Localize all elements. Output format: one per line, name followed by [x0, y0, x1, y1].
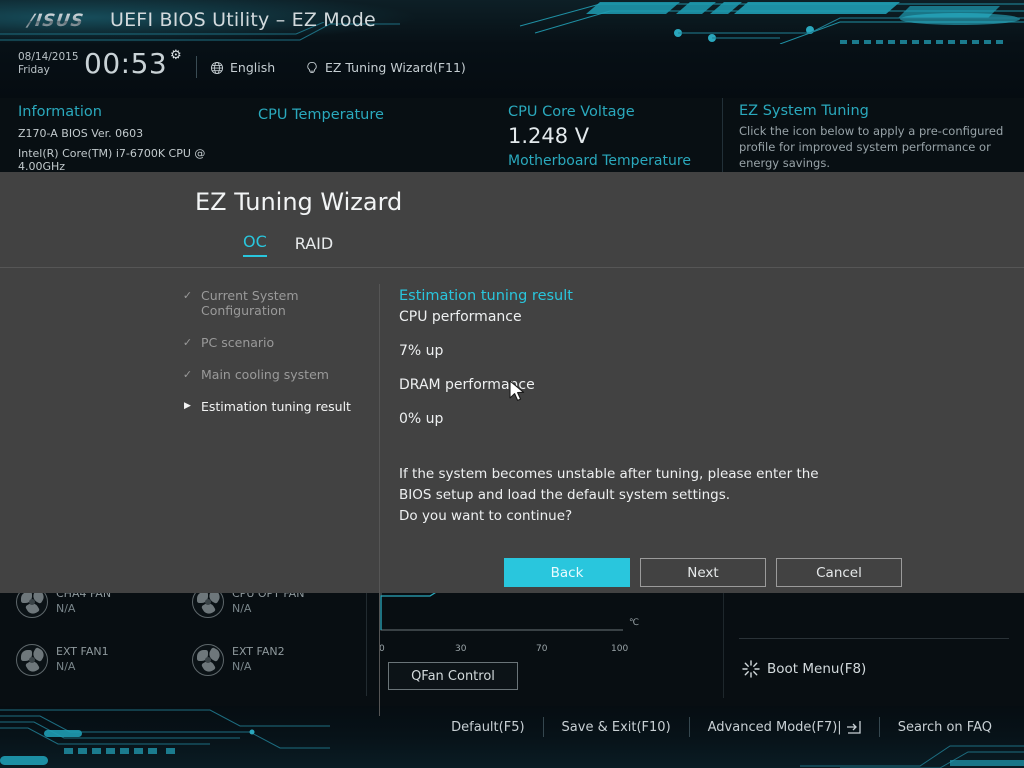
tab-raid[interactable]: RAID	[295, 234, 333, 257]
cancel-button[interactable]: Cancel	[776, 558, 902, 587]
fan-item-ext-fan2[interactable]: EXT FAN2 N/A	[192, 644, 285, 676]
panel-cpu-core-voltage: CPU Core Voltage 1.248 V Motherboard Tem…	[508, 104, 708, 169]
content-heading: Estimation tuning result	[399, 288, 573, 304]
dialog-content: Estimation tuning result CPU performance…	[399, 288, 959, 444]
fan-grid: CHA4 FAN N/A CPU OPT FAN N/A EXT FAN1 N/…	[0, 582, 370, 692]
motherboard-temperature-title: Motherboard Temperature	[508, 153, 691, 169]
boot-burst-icon	[742, 660, 760, 678]
check-icon: ✓	[182, 289, 193, 302]
warning-line-2: BIOS setup and load the default system s…	[399, 487, 731, 503]
dram-performance-value: 0% up	[399, 411, 444, 427]
meta-row: 08/14/2015 Friday 00:53 ⚙ English EZ Tun…	[0, 44, 1024, 98]
boot-menu-label: Boot Menu(F8)	[767, 661, 867, 677]
warning-line-3: Do you want to continue?	[399, 508, 573, 524]
cpu-temperature-title: CPU Temperature	[258, 107, 384, 123]
fan-value: N/A	[56, 660, 76, 673]
info-panels: Information Z170-A BIOS Ver. 0603 Intel(…	[0, 98, 1024, 178]
next-button[interactable]: Next	[640, 558, 766, 587]
fan-value: N/A	[56, 602, 76, 615]
dialog-column-divider	[379, 284, 380, 716]
enter-arrow-icon	[846, 721, 861, 734]
weekday-value: Friday	[18, 64, 50, 76]
language-selector[interactable]: English	[210, 60, 275, 75]
language-label: English	[230, 60, 276, 75]
fan-label: EXT FAN1	[56, 645, 109, 658]
wizard-label: EZ Tuning Wizard(F11)	[325, 60, 466, 75]
advanced-mode-label: Advanced Mode(F7)|	[707, 719, 842, 735]
panel-cpu-temperature: CPU Temperature	[258, 107, 488, 123]
dram-performance-label: DRAM performance	[399, 377, 535, 393]
bottom-toolbar: Default(F5) Save & Exit(F10) Advanced Mo…	[0, 706, 1024, 768]
bios-screen: /ISUS UEFI BIOS Utility – EZ Mode 08/14/…	[0, 0, 1024, 768]
step-pc-scenario[interactable]: ✓ PC scenario	[182, 335, 378, 350]
tab-oc[interactable]: OC	[243, 232, 267, 257]
dialog-header-rule	[0, 267, 1024, 268]
step-label: Current System Configuration	[201, 288, 299, 318]
warning-message: If the system becomes unstable after tun…	[399, 464, 959, 527]
boot-menu-button[interactable]: Boot Menu(F8)	[742, 660, 866, 678]
step-label: PC scenario	[201, 335, 275, 350]
clock-value: 00:53	[84, 47, 168, 80]
qfan-tick-30: 30	[455, 644, 467, 654]
fan-icon	[192, 644, 224, 676]
step-estimation-tuning-result[interactable]: ▶ Estimation tuning result	[182, 399, 378, 414]
check-icon: ✓	[182, 368, 193, 381]
advanced-mode-f7-button[interactable]: Advanced Mode(F7)|	[690, 720, 879, 735]
fan-value: N/A	[232, 660, 252, 673]
fan-item-ext-fan1[interactable]: EXT FAN1 N/A	[16, 644, 109, 676]
qfan-control-button[interactable]: QFan Control	[388, 662, 518, 690]
fan-value: N/A	[232, 602, 252, 615]
ez-tuning-wizard-dialog: EZ Tuning Wizard OC RAID ✓ Current Syste…	[0, 172, 1024, 716]
panel-ez-system-tuning: EZ System Tuning Click the icon below to…	[739, 103, 1014, 171]
warning-line-1: If the system becomes unstable after tun…	[399, 466, 819, 482]
default-f5-button[interactable]: Default(F5)	[433, 720, 542, 735]
cpu-core-voltage-value: 1.248 V	[508, 124, 590, 148]
dialog-buttons: Back Next Cancel	[504, 558, 902, 587]
step-current-system-configuration[interactable]: ✓ Current System Configuration	[182, 288, 378, 318]
page-title: UEFI BIOS Utility – EZ Mode	[110, 9, 376, 31]
qfan-tick-100: 100	[611, 644, 629, 654]
play-triangle-icon: ▶	[184, 401, 191, 411]
cpu-core-voltage-title: CPU Core Voltage	[508, 104, 635, 120]
ez-tuning-wizard-button[interactable]: EZ Tuning Wizard(F11)	[305, 60, 466, 75]
cpu-performance-value: 7% up	[399, 343, 444, 359]
panel-divider	[722, 98, 723, 178]
boot-panel-rule	[739, 638, 1009, 639]
information-title: Information	[18, 104, 102, 120]
fan-icon	[16, 644, 48, 676]
fan-label: EXT FAN2	[232, 645, 285, 658]
step-main-cooling-system[interactable]: ✓ Main cooling system	[182, 367, 378, 382]
panel-information: Information Z170-A BIOS Ver. 0603 Intel(…	[18, 104, 248, 173]
bottom-toolbar-items: Default(F5) Save & Exit(F10) Advanced Mo…	[0, 714, 1024, 740]
header-band: /ISUS UEFI BIOS Utility – EZ Mode	[0, 0, 1024, 44]
date-block: 08/14/2015 Friday	[18, 51, 79, 77]
bulb-icon	[307, 61, 317, 73]
information-board: Z170-A BIOS Ver. 0603	[18, 127, 144, 140]
ez-system-tuning-description: Click the icon below to apply a pre-conf…	[739, 124, 1004, 170]
qfan-tick-70: 70	[536, 644, 548, 654]
gear-icon[interactable]: ⚙	[170, 48, 182, 63]
asus-logo: /ISUS	[16, 10, 95, 32]
date-value: 08/14/2015	[18, 51, 79, 63]
dialog-title: EZ Tuning Wizard	[195, 188, 403, 216]
meta-divider	[196, 56, 197, 78]
qfan-unit-label: ℃	[629, 618, 640, 628]
check-icon: ✓	[182, 336, 193, 349]
globe-icon	[210, 61, 224, 74]
step-label: Main cooling system	[201, 367, 329, 382]
fan-column-divider	[366, 576, 367, 696]
cpu-performance-label: CPU performance	[399, 309, 522, 325]
ez-system-tuning-title: EZ System Tuning	[739, 103, 869, 119]
dialog-tabs: OC RAID	[243, 232, 333, 257]
information-cpu: Intel(R) Core(TM) i7-6700K CPU @ 4.00GHz	[18, 147, 206, 173]
wizard-steps: ✓ Current System Configuration ✓ PC scen…	[182, 288, 378, 431]
step-label: Estimation tuning result	[201, 399, 351, 414]
search-on-faq-button[interactable]: Search on FAQ	[880, 720, 1010, 735]
back-button[interactable]: Back	[504, 558, 630, 587]
save-exit-f10-button[interactable]: Save & Exit(F10)	[544, 720, 689, 735]
header-circuit-decoration	[519, 2, 1024, 44]
